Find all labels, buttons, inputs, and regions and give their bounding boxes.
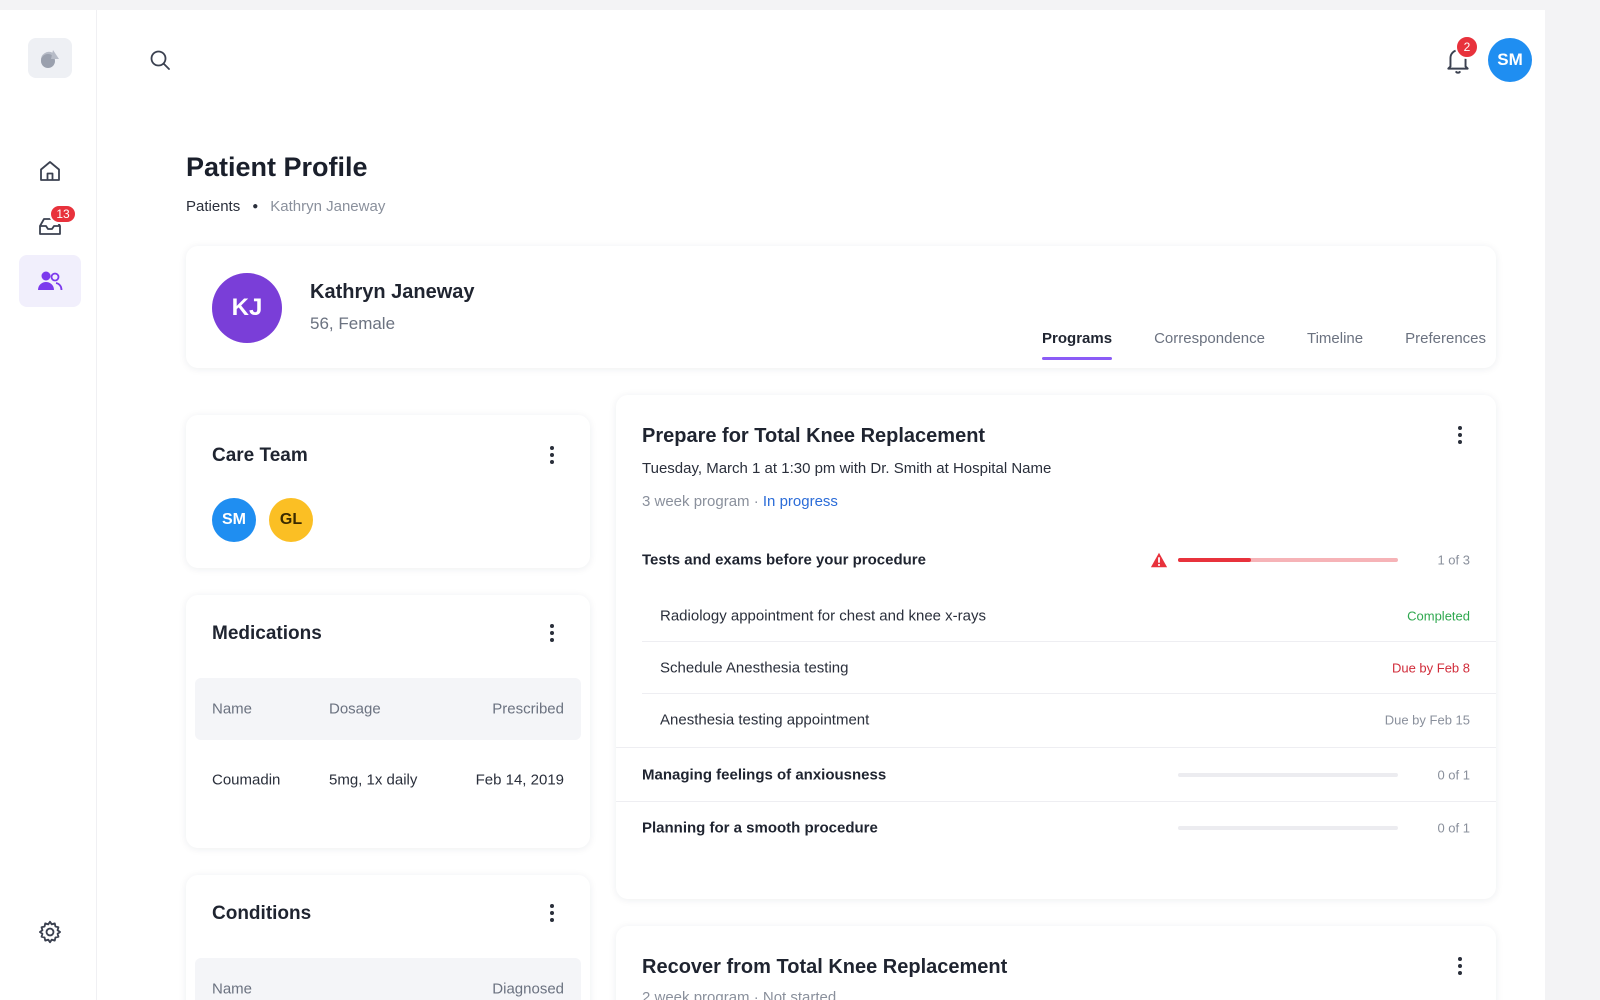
sidebar-item-home[interactable] (19, 145, 81, 197)
inbox-badge: 13 (49, 204, 77, 224)
user-avatar[interactable]: SM (1488, 38, 1532, 82)
breadcrumb-separator: ● (252, 201, 259, 212)
conditions-menu-button[interactable] (542, 901, 562, 925)
task-status: Due by Feb 8 (1391, 660, 1470, 675)
task-label: Schedule Anesthesia testing (660, 659, 849, 676)
program-status: In progress (762, 493, 838, 510)
program-menu-button[interactable] (1450, 954, 1470, 978)
gear-icon (39, 920, 61, 944)
breadcrumb-current: Kathryn Janeway (270, 198, 386, 215)
medication-name: Coumadin (212, 771, 281, 789)
patient-avatar: KJ (212, 273, 282, 343)
section-progress-fill (1178, 558, 1251, 562)
medications-menu-button[interactable] (542, 621, 562, 645)
search-icon (150, 50, 170, 70)
section-progress-bar (1178, 558, 1398, 562)
column-header-name: Name (212, 980, 253, 998)
program-status-line: 2 week program · Not started (642, 989, 837, 1000)
program-duration: 3 week program · (642, 493, 763, 510)
sidebar-item-patients[interactable] (19, 255, 81, 307)
program-appointment: Tuesday, March 1 at 1:30 pm with Dr. Smi… (642, 460, 1052, 477)
care-team-avatar-gl[interactable]: GL (269, 498, 313, 542)
tab-correspondence[interactable]: Correspondence (1154, 330, 1265, 360)
search-button[interactable] (146, 46, 174, 74)
table-row[interactable]: Coumadin 5mg, 1x daily Feb 14, 2019 (195, 751, 581, 809)
section-divider (616, 747, 1496, 748)
task-label: Anesthesia testing appointment (660, 711, 870, 729)
conditions-card: Conditions Name Diagnosed (186, 875, 590, 1000)
care-team-card: Care Team SM GL (186, 415, 590, 568)
logo-icon (40, 50, 59, 68)
sidebar-item-settings[interactable] (19, 906, 81, 958)
warning-icon (1150, 552, 1168, 568)
medication-dosage: 5mg, 1x daily (329, 771, 418, 789)
sidebar: 13 (0, 10, 97, 1000)
care-team-title: Care Team (212, 445, 308, 466)
tab-programs[interactable]: Programs (1042, 330, 1113, 360)
task-label: Radiology appointment for chest and knee… (660, 607, 987, 624)
section-progress-bar (1178, 826, 1398, 830)
conditions-title: Conditions (212, 903, 312, 924)
medication-prescribed: Feb 14, 2019 (475, 771, 564, 789)
conditions-table-header: Name Diagnosed (195, 958, 581, 1000)
breadcrumb-patients[interactable]: Patients (186, 198, 240, 215)
task-row-schedule-anesthesia[interactable]: Schedule Anesthesia testing Due by Feb 8 (642, 642, 1496, 694)
program-title: Recover from Total Knee Replacement (642, 956, 1008, 978)
program-section-planning[interactable]: Planning for a smooth procedure 0 of 1 (616, 802, 1496, 854)
task-status: Completed (1407, 608, 1470, 623)
column-header-diagnosed: Diagnosed (492, 980, 564, 998)
home-icon (40, 161, 60, 181)
medications-title: Medications (212, 623, 322, 644)
section-count: 0 of 1 (1437, 767, 1470, 783)
tab-preferences[interactable]: Preferences (1405, 330, 1486, 360)
program-section-anxiousness[interactable]: Managing feelings of anxiousness 0 of 1 (616, 749, 1496, 801)
program-card: Prepare for Total Knee Replacement Tuesd… (616, 395, 1496, 899)
patient-meta: 56, Female (310, 314, 396, 333)
notification-badge: 2 (1455, 35, 1479, 59)
program-status-line: 3 week program · In progress (642, 493, 838, 510)
program-title: Prepare for Total Knee Replacement (642, 425, 986, 447)
section-label: Planning for a smooth procedure (642, 819, 878, 837)
task-row-radiology[interactable]: Radiology appointment for chest and knee… (642, 590, 1496, 642)
breadcrumb: Patients ● Kathryn Janeway (186, 198, 385, 215)
sidebar-item-inbox[interactable]: 13 (19, 200, 81, 252)
section-label: Managing feelings of anxiousness (642, 766, 887, 784)
page-title: Patient Profile (186, 152, 368, 182)
medications-card: Medications Name Dosage Prescribed Couma… (186, 595, 590, 848)
program-section-tests[interactable]: Tests and exams before your procedure 1 … (616, 534, 1496, 586)
patient-name: Kathryn Janeway (310, 281, 475, 303)
task-row-anesthesia-appointment[interactable]: Anesthesia testing appointment Due by Fe… (642, 694, 1496, 746)
column-header-dosage: Dosage (329, 700, 381, 718)
column-header-prescribed: Prescribed (492, 700, 564, 718)
tab-timeline[interactable]: Timeline (1307, 330, 1363, 360)
section-label: Tests and exams before your procedure (642, 551, 926, 569)
care-team-avatar-sm[interactable]: SM (212, 498, 256, 542)
section-progress-bar (1178, 773, 1398, 777)
app-window: 13 2 SM Patient Profile Patients ● Kathr… (0, 10, 1545, 1000)
section-count: 1 of 3 (1437, 552, 1470, 568)
profile-tabs: Programs Correspondence Timeline Prefere… (1042, 330, 1486, 360)
care-team-menu-button[interactable] (542, 443, 562, 467)
medications-table-header: Name Dosage Prescribed (195, 678, 581, 740)
program-menu-button[interactable] (1450, 423, 1470, 447)
program-card-recover: Recover from Total Knee Replacement 2 we… (616, 926, 1496, 1000)
column-header-name: Name (212, 700, 253, 718)
users-icon (38, 271, 63, 291)
app-logo[interactable] (28, 38, 72, 78)
section-count: 0 of 1 (1437, 820, 1470, 836)
patient-header-card: KJ Kathryn Janeway 56, Female Programs C… (186, 246, 1496, 368)
task-status: Due by Feb 15 (1384, 712, 1470, 728)
